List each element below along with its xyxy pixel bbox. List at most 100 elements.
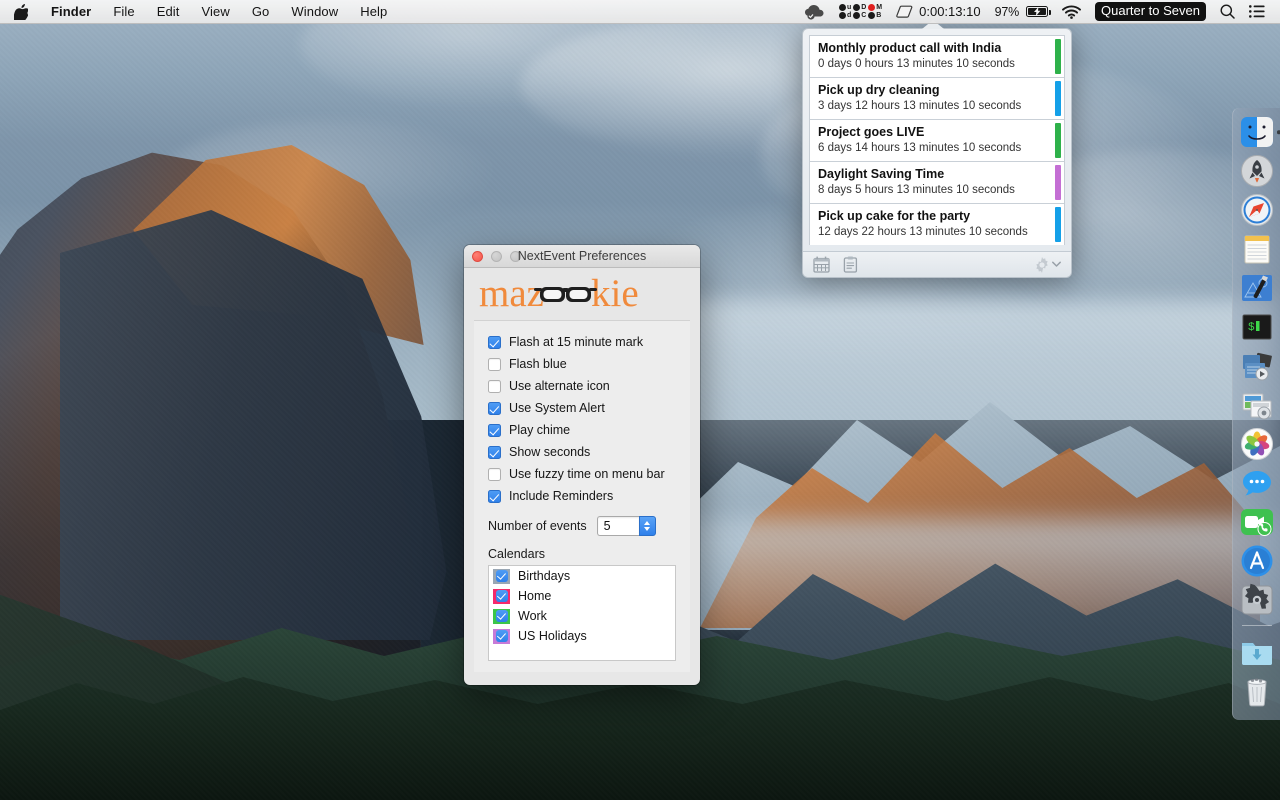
menu-item-go[interactable]: Go bbox=[241, 0, 281, 23]
status-nextevent[interactable]: 0:00:13:10 bbox=[889, 0, 987, 23]
checkbox[interactable] bbox=[496, 630, 508, 642]
number-of-events-stepper[interactable]: 5 bbox=[597, 516, 656, 536]
checkbox[interactable] bbox=[488, 380, 501, 393]
option-play-chime[interactable]: Play chime bbox=[474, 419, 690, 441]
dock-item-system-preferences[interactable] bbox=[1240, 583, 1274, 617]
stepper-buttons[interactable] bbox=[639, 516, 656, 536]
apple-menu[interactable] bbox=[0, 0, 40, 23]
dock-item-quicktime-player[interactable] bbox=[1240, 349, 1274, 383]
event-title: Daylight Saving Time bbox=[818, 167, 1047, 182]
menu-bar-status-items: u D M d C B 0:00:13:10 97% bbox=[796, 0, 1280, 23]
event-calendar-color-bar bbox=[1055, 165, 1061, 200]
event-list: Monthly product call with India 0 days 0… bbox=[809, 35, 1065, 245]
status-network-monitor[interactable]: u D M d C B bbox=[832, 0, 889, 23]
notes-icon bbox=[1240, 232, 1274, 266]
status-battery[interactable]: 97% bbox=[988, 0, 1055, 23]
stepper-up-icon[interactable] bbox=[644, 521, 650, 525]
checkbox[interactable] bbox=[488, 468, 501, 481]
option-include-reminders[interactable]: Include Reminders bbox=[474, 485, 690, 507]
event-row[interactable]: Pick up cake for the party 12 days 22 ho… bbox=[810, 204, 1064, 245]
stepper-down-icon[interactable] bbox=[644, 527, 650, 531]
menu-item-window[interactable]: Window bbox=[280, 0, 349, 23]
number-of-events-row: Number of events 5 bbox=[474, 511, 690, 541]
dock-item-preview[interactable] bbox=[1240, 388, 1274, 422]
option-flash-at-15-minute-mark[interactable]: Flash at 15 minute mark bbox=[474, 331, 690, 353]
checkbox[interactable] bbox=[488, 358, 501, 371]
menu-item-view[interactable]: View bbox=[191, 0, 241, 23]
dock-item-safari[interactable] bbox=[1240, 193, 1274, 227]
gear-icon bbox=[1034, 257, 1050, 273]
menu-bar: Finder File Edit View Go Window Help u D… bbox=[0, 0, 1280, 24]
dock-item-downloads[interactable] bbox=[1240, 634, 1274, 668]
dock-item-photos[interactable] bbox=[1240, 427, 1274, 461]
nextevent-popover: Monthly product call with India 0 days 0… bbox=[802, 28, 1072, 278]
event-row[interactable]: Monthly product call with India 0 days 0… bbox=[810, 36, 1064, 78]
status-backup[interactable] bbox=[796, 0, 832, 23]
terminal-icon: $ bbox=[1240, 310, 1274, 344]
dock-item-app-store[interactable] bbox=[1240, 544, 1274, 578]
menu-item-file[interactable]: File bbox=[102, 0, 145, 23]
event-row[interactable]: Pick up dry cleaning 3 days 12 hours 13 … bbox=[810, 78, 1064, 120]
dock-item-messages[interactable] bbox=[1240, 466, 1274, 500]
status-fuzzy-time[interactable]: Quarter to Seven bbox=[1088, 0, 1213, 23]
messages-icon bbox=[1240, 466, 1274, 500]
event-row[interactable]: Project goes LIVE 6 days 14 hours 13 min… bbox=[810, 120, 1064, 162]
battery-charging-icon bbox=[1026, 6, 1048, 17]
dock-item-notes[interactable] bbox=[1240, 232, 1274, 266]
calendar-row-home[interactable]: Home bbox=[489, 586, 675, 606]
charging-bolt-icon bbox=[1034, 7, 1041, 16]
launchpad-icon bbox=[1240, 154, 1274, 188]
close-button[interactable] bbox=[472, 251, 483, 262]
dock-item-facetime[interactable] bbox=[1240, 505, 1274, 539]
calendar-row-birthdays[interactable]: Birthdays bbox=[489, 566, 675, 586]
dock-item-finder[interactable] bbox=[1240, 115, 1274, 149]
popover-settings-button[interactable] bbox=[1034, 257, 1061, 273]
status-spotlight[interactable] bbox=[1213, 0, 1242, 23]
option-use-system-alert[interactable]: Use System Alert bbox=[474, 397, 690, 419]
window-title-bar[interactable]: NextEvent Preferences bbox=[464, 245, 700, 268]
calendar-row-us-holidays[interactable]: US Holidays bbox=[489, 626, 675, 646]
popover-body: Monthly product call with India 0 days 0… bbox=[802, 28, 1072, 278]
menu-item-finder[interactable]: Finder bbox=[40, 0, 102, 23]
event-calendar-color-bar bbox=[1055, 81, 1061, 116]
preview-icon bbox=[1240, 388, 1274, 422]
option-label: Use alternate icon bbox=[509, 379, 610, 393]
event-countdown: 8 days 5 hours 13 minutes 10 seconds bbox=[818, 183, 1047, 197]
checkbox[interactable] bbox=[496, 590, 508, 602]
dock-item-terminal[interactable]: $ bbox=[1240, 310, 1274, 344]
calendars-list[interactable]: Birthdays Home Work US Holidays bbox=[488, 565, 676, 661]
checkbox[interactable] bbox=[488, 336, 501, 349]
dock-item-xcode[interactable] bbox=[1240, 271, 1274, 305]
checkbox[interactable] bbox=[496, 610, 508, 622]
calendar-name: Home bbox=[518, 589, 551, 603]
menu-item-help[interactable]: Help bbox=[349, 0, 398, 23]
option-show-seconds[interactable]: Show seconds bbox=[474, 441, 690, 463]
dock-item-trash[interactable] bbox=[1240, 673, 1274, 707]
option-use-alternate-icon[interactable]: Use alternate icon bbox=[474, 375, 690, 397]
checkbox[interactable] bbox=[488, 490, 501, 503]
event-title: Pick up cake for the party bbox=[818, 209, 1047, 224]
checkbox[interactable] bbox=[488, 424, 501, 437]
option-flash-blue[interactable]: Flash blue bbox=[474, 353, 690, 375]
calendar-color-swatch bbox=[493, 609, 510, 624]
minimize-button[interactable] bbox=[491, 251, 502, 262]
calendar-row-work[interactable]: Work bbox=[489, 606, 675, 626]
checkbox[interactable] bbox=[496, 570, 508, 582]
option-use-fuzzy-time-on-menu-bar[interactable]: Use fuzzy time on menu bar bbox=[474, 463, 690, 485]
reminders-clipboard-icon[interactable] bbox=[842, 256, 859, 273]
calendar-color-swatch bbox=[493, 569, 510, 584]
status-wifi[interactable] bbox=[1055, 0, 1088, 23]
trash-icon bbox=[1240, 673, 1274, 707]
number-of-events-input[interactable]: 5 bbox=[597, 516, 639, 536]
checkbox[interactable] bbox=[488, 402, 501, 415]
status-notification-center[interactable] bbox=[1242, 0, 1272, 23]
calendar-icon[interactable] bbox=[813, 256, 830, 273]
fuzzy-time-label: Quarter to Seven bbox=[1095, 2, 1206, 21]
dock-item-launchpad[interactable] bbox=[1240, 154, 1274, 188]
calendar-name: Work bbox=[518, 609, 547, 623]
event-row[interactable]: Daylight Saving Time 8 days 5 hours 13 m… bbox=[810, 162, 1064, 204]
menu-item-edit[interactable]: Edit bbox=[146, 0, 191, 23]
facetime-icon bbox=[1240, 505, 1274, 539]
checkbox[interactable] bbox=[488, 446, 501, 459]
maximize-button[interactable] bbox=[510, 251, 521, 262]
